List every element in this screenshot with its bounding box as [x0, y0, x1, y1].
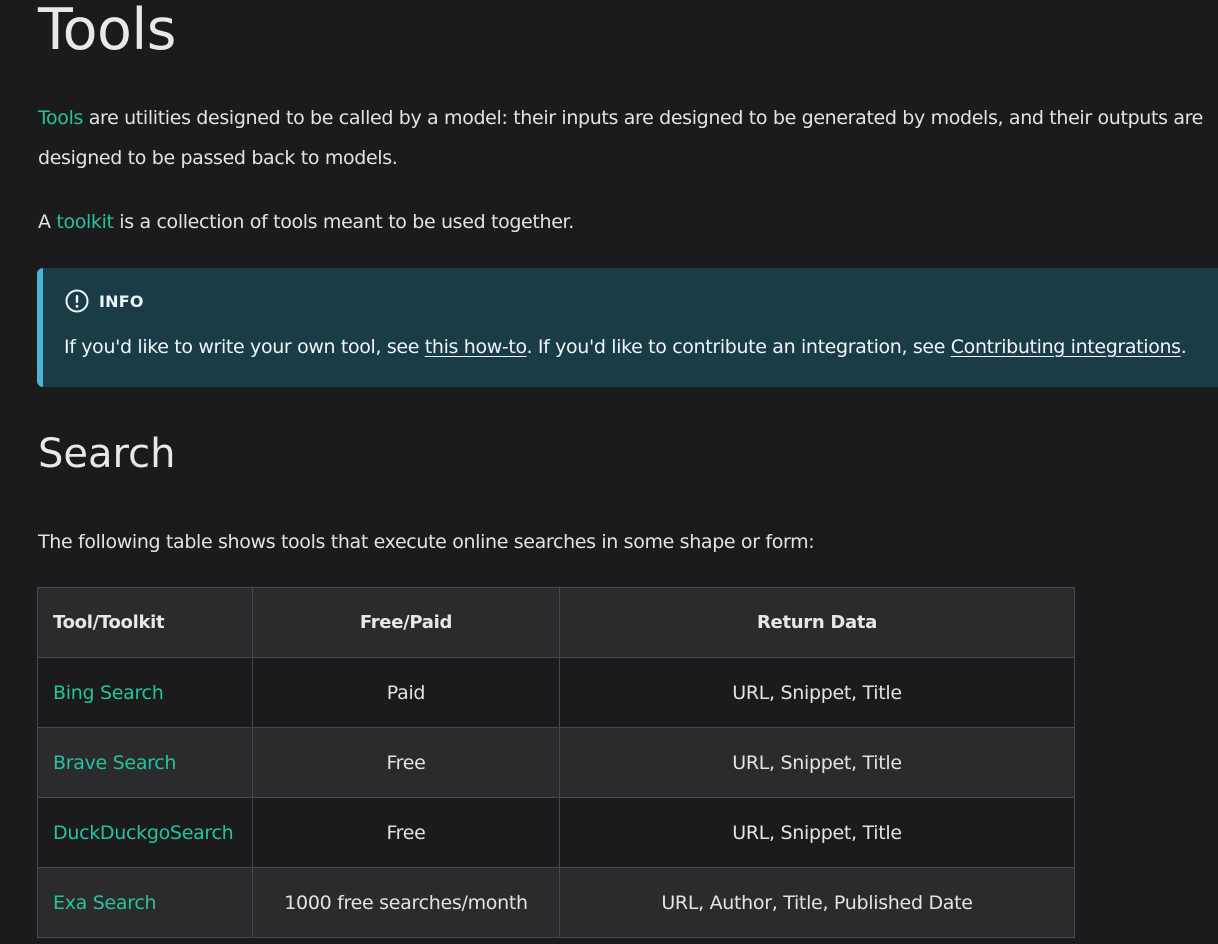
tool-link-brave-search[interactable]: Brave Search [37, 727, 253, 798]
table-row: Bing Search Paid URL, Snippet, Title [37, 657, 1075, 728]
table-row: Exa Search 1000 free searches/month URL,… [37, 867, 1075, 938]
header-return-data: Return Data [559, 587, 1075, 658]
pricing-cell: Paid [252, 657, 560, 728]
tool-link-bing-search[interactable]: Bing Search [37, 657, 253, 728]
return-data-cell: URL, Snippet, Title [559, 727, 1075, 798]
pricing-cell: Free [252, 727, 560, 798]
toolkit-paragraph: A toolkit is a collection of tools meant… [38, 202, 574, 242]
tool-link-duckduckgo-search[interactable]: DuckDuckgoSearch [37, 797, 253, 868]
header-free-paid: Free/Paid [252, 587, 560, 658]
contributing-integrations-link[interactable]: Contributing integrations [951, 336, 1181, 358]
info-text-1: If you'd like to write your own tool, se… [64, 336, 425, 358]
info-body: If you'd like to write your own tool, se… [64, 328, 1187, 366]
table-header-row: Tool/Toolkit Free/Paid Return Data [37, 587, 1075, 658]
page-title: Tools [38, 0, 176, 63]
toolkit-prefix: A [38, 211, 57, 233]
return-data-cell: URL, Author, Title, Published Date [559, 867, 1075, 938]
tools-link[interactable]: Tools [38, 107, 83, 129]
tool-link-exa-search[interactable]: Exa Search [37, 867, 253, 938]
table-row: DuckDuckgoSearch Free URL, Snippet, Titl… [37, 797, 1075, 868]
table-row: Brave Search Free URL, Snippet, Title [37, 727, 1075, 798]
exclamation-circle-icon [65, 289, 89, 313]
info-title: INFO [99, 291, 144, 311]
intro-paragraph: Tools are utilities designed to be calle… [38, 98, 1213, 178]
search-description: The following table shows tools that exe… [38, 531, 815, 553]
search-heading: Search [38, 431, 176, 477]
info-admonition: INFO If you'd like to write your own too… [37, 268, 1218, 387]
pricing-cell: Free [252, 797, 560, 868]
intro-text: are utilities designed to be called by a… [38, 107, 1203, 169]
pricing-cell: 1000 free searches/month [252, 867, 560, 938]
toolkit-link[interactable]: toolkit [56, 211, 114, 233]
info-text-3: . [1180, 336, 1187, 358]
toolkit-text: is a collection of tools meant to be use… [113, 211, 574, 233]
return-data-cell: URL, Snippet, Title [559, 657, 1075, 728]
info-heading: INFO [65, 289, 144, 313]
how-to-link[interactable]: this how-to [425, 336, 527, 358]
return-data-cell: URL, Snippet, Title [559, 797, 1075, 868]
info-text-2: . If you'd like to contribute an integra… [526, 336, 951, 358]
search-tools-table: Tool/Toolkit Free/Paid Return Data Bing … [37, 587, 1075, 938]
header-tool-toolkit: Tool/Toolkit [37, 587, 253, 658]
